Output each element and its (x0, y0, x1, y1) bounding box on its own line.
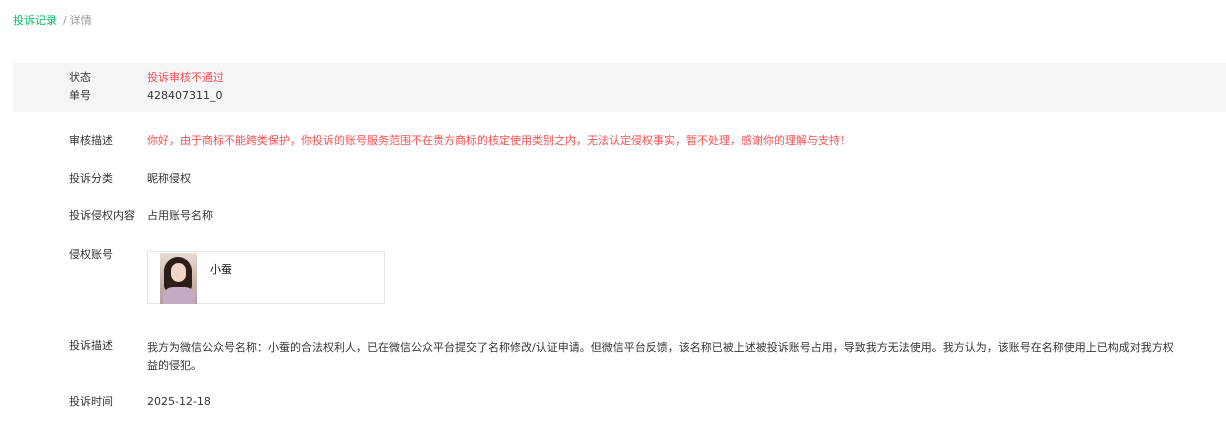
desc-label: 投诉描述 (69, 339, 113, 352)
time-label: 投诉时间 (69, 395, 113, 408)
breadcrumb-separator: / (63, 14, 67, 27)
category-label: 投诉分类 (69, 172, 113, 185)
category-value: 昵称侵权 (147, 172, 191, 185)
number-value: 428407311_0 (147, 89, 223, 102)
review-label: 审核描述 (69, 134, 113, 147)
avatar-face (171, 263, 186, 282)
breadcrumb-current: 详情 (69, 14, 92, 27)
breadcrumb: 投诉记录 / 详情 (13, 14, 92, 28)
content-label: 投诉侵权内容 (69, 209, 135, 222)
time-value: 2025-12-18 (147, 395, 211, 408)
status-panel: 状态 投诉审核不通过 单号 428407311_0 (13, 63, 1226, 112)
content-value: 占用账号名称 (147, 209, 213, 222)
number-label: 单号 (69, 89, 91, 102)
status-label: 状态 (69, 71, 91, 84)
desc-value: 我方为微信公众号名称：小蚕的合法权利人，已在微信公众平台提交了名称修改/认证申请… (147, 341, 1174, 372)
account-name: 小蚕 (210, 263, 232, 276)
infringing-account-card[interactable]: 小蚕 (147, 251, 385, 304)
status-value: 投诉审核不通过 (147, 71, 224, 84)
avatar-body (163, 287, 195, 304)
account-label: 侵权账号 (69, 248, 113, 261)
avatar (160, 253, 197, 304)
review-value: 你好，由于商标不能跨类保护，你投诉的账号服务范围不在贵方商标的核定使用类别之内，… (147, 134, 851, 147)
breadcrumb-link-complaint-records[interactable]: 投诉记录 (13, 14, 57, 27)
